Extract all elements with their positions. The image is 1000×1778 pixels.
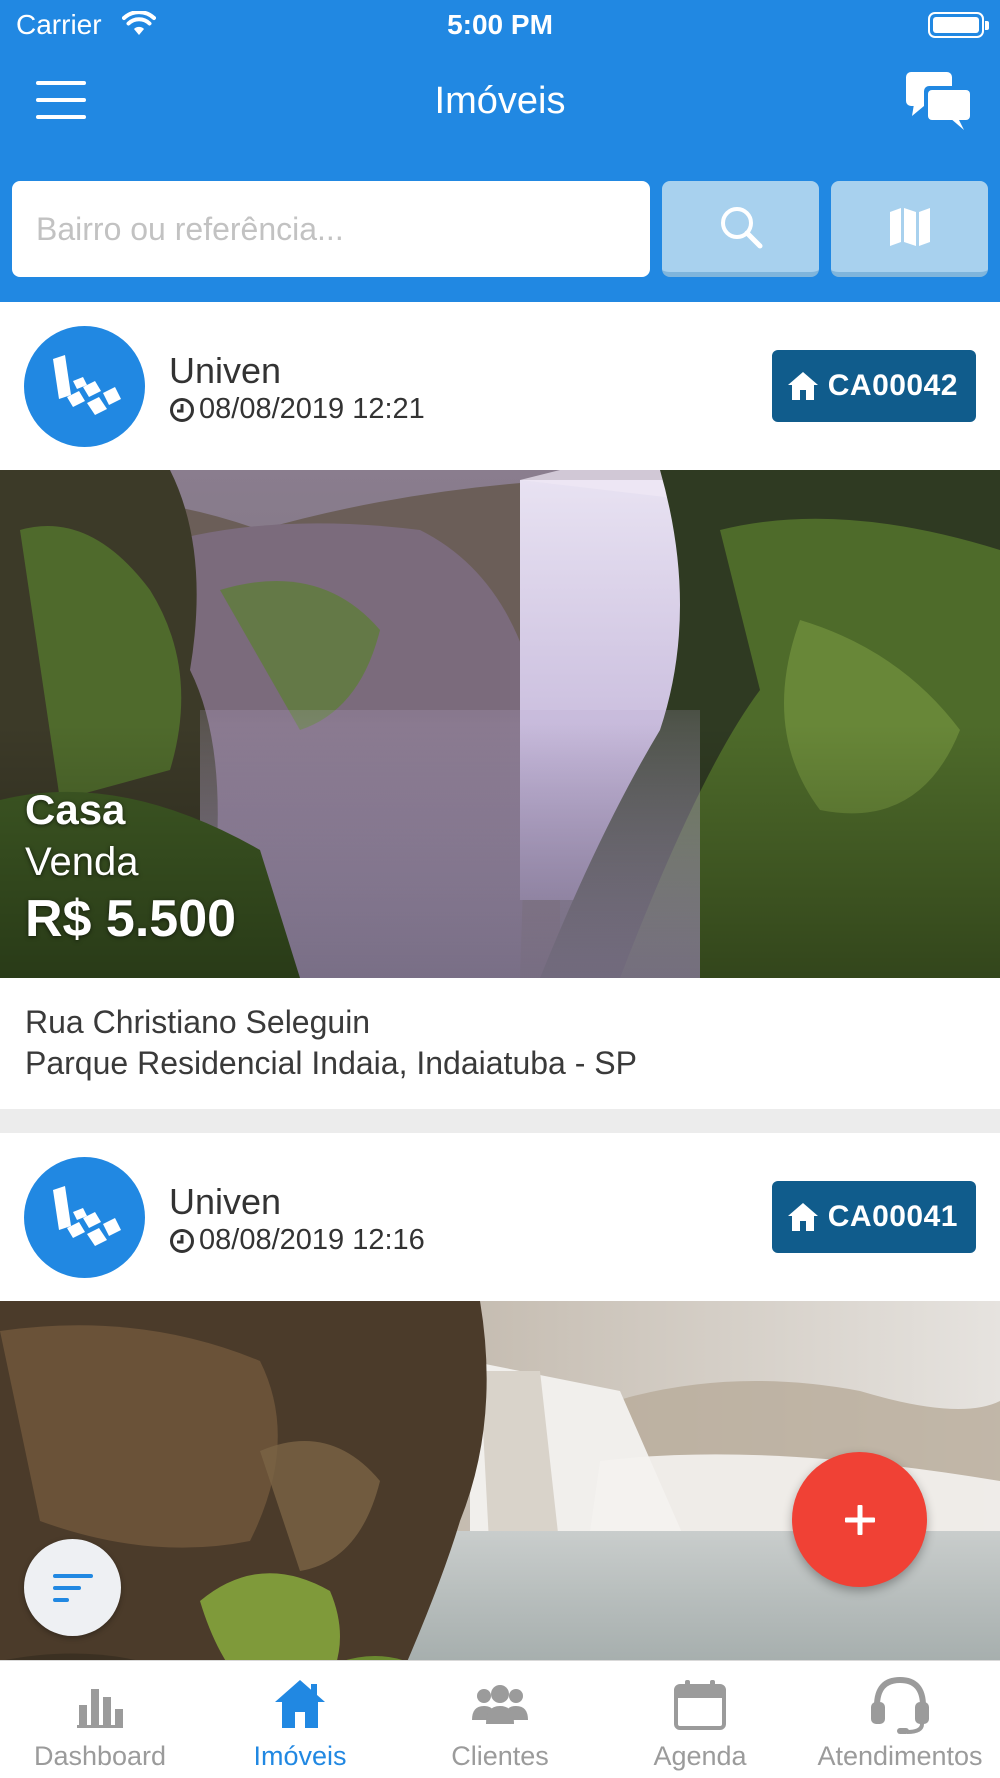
listing-card[interactable]: Univen 08/08/2019 12:21 CA00042 Casa Ven…	[0, 302, 1000, 1109]
tab-agenda-label: Agenda	[653, 1741, 747, 1771]
status-bar: Carrier 5:00 PM	[0, 0, 1000, 50]
tab-bar: Dashboard Imóveis Clientes Agenda Atendi…	[0, 1660, 1000, 1778]
tab-dashboard-label: Dashboard	[33, 1741, 167, 1771]
chat-button[interactable]	[904, 68, 974, 134]
tab-atendimentos-label: Atendimentos	[817, 1741, 983, 1771]
listing-header: Univen 08/08/2019 12:16 CA00041	[0, 1133, 1000, 1301]
tab-imoveis[interactable]: Imóveis	[200, 1661, 400, 1778]
search-row	[0, 181, 1000, 277]
tab-agenda[interactable]: Agenda	[600, 1661, 800, 1778]
home-icon	[275, 1680, 325, 1728]
property-summary: Casa Venda R$ 5.500	[25, 784, 236, 950]
nav-bar: Imóveis	[0, 50, 1000, 160]
search-button[interactable]	[662, 181, 819, 277]
property-code: CA00042	[827, 369, 958, 402]
page-title: Imóveis	[434, 80, 566, 122]
bar-chart-icon	[77, 1689, 123, 1728]
property-address: Rua Christiano Seleguin Parque Residenci…	[0, 978, 1000, 1084]
battery-icon	[928, 12, 989, 38]
search-icon	[720, 206, 762, 248]
property-type: Casa	[25, 786, 126, 833]
sort-button[interactable]	[24, 1539, 121, 1636]
search-input[interactable]	[12, 181, 650, 277]
property-code-badge[interactable]: CA00042	[771, 350, 976, 422]
property-photo[interactable]: Casa Venda R$ 5.500	[0, 470, 1000, 978]
chat-icon	[906, 72, 970, 130]
tab-clientes-label: Clientes	[451, 1741, 549, 1771]
address-street: Rua Christiano Seleguin	[25, 1004, 371, 1040]
property-code-badge[interactable]: CA00041	[771, 1181, 976, 1253]
add-property-button[interactable]	[792, 1452, 927, 1587]
map-icon	[889, 207, 930, 246]
sort-icon	[52, 1573, 93, 1602]
app-header: Carrier 5:00 PM Imóveis	[0, 0, 1000, 302]
property-code: CA00041	[827, 1200, 958, 1233]
listing-date: 08/08/2019 12:16	[169, 1224, 425, 1257]
listing-date: 08/08/2019 12:21	[169, 393, 425, 426]
users-icon	[472, 1685, 528, 1724]
listing-date-text: 08/08/2019 12:16	[199, 1224, 425, 1256]
tab-atendimentos[interactable]: Atendimentos	[800, 1661, 1000, 1778]
clock-icon	[170, 397, 194, 422]
address-neighborhood: Parque Residencial Indaia, Indaiatuba - …	[25, 1045, 637, 1081]
company-logo-icon	[52, 354, 121, 415]
clock-icon	[170, 1228, 194, 1253]
company-avatar	[24, 326, 145, 447]
listing-date-text: 08/08/2019 12:21	[199, 393, 425, 425]
tab-clientes[interactable]: Clientes	[400, 1661, 600, 1778]
tab-dashboard[interactable]: Dashboard	[0, 1661, 200, 1778]
company-name: Univen	[169, 350, 282, 391]
property-deal: Venda	[25, 840, 139, 884]
plus-icon	[844, 1504, 875, 1535]
headset-icon	[871, 1676, 929, 1734]
status-time: 5:00 PM	[447, 9, 553, 40]
company-name: Univen	[169, 1181, 282, 1222]
tab-imoveis-label: Imóveis	[253, 1741, 347, 1771]
calendar-icon	[674, 1680, 726, 1730]
home-icon	[787, 1203, 818, 1231]
listing-header: Univen 08/08/2019 12:21 CA00042	[0, 302, 1000, 470]
company-logo-icon	[52, 1185, 121, 1246]
map-button[interactable]	[831, 181, 988, 277]
home-icon	[787, 372, 818, 400]
property-price: R$ 5.500	[25, 890, 237, 948]
company-avatar	[24, 1157, 145, 1278]
